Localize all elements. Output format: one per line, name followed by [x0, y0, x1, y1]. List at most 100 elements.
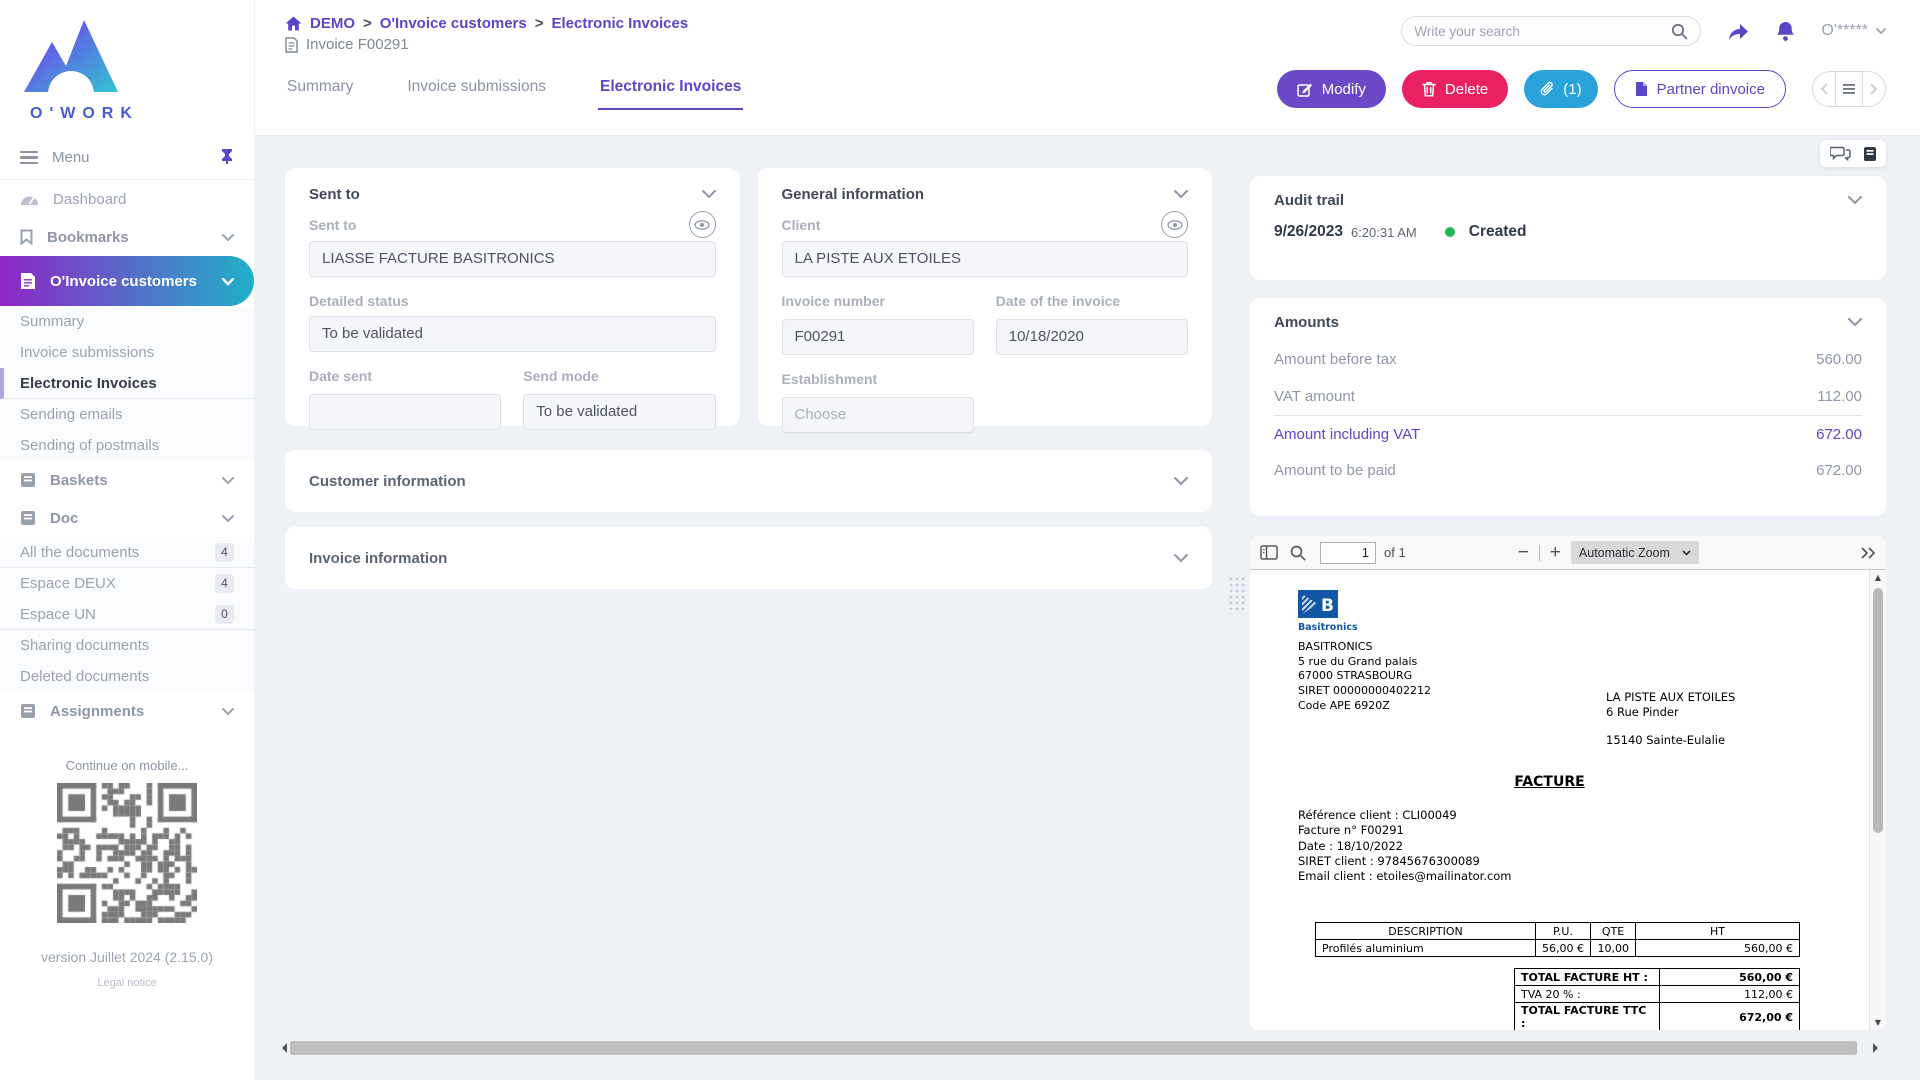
modify-button[interactable]: Modify [1277, 70, 1386, 108]
tab-electronic-invoices[interactable]: Electronic Invoices [598, 70, 743, 110]
customer-information-card[interactable]: Customer information [285, 450, 1212, 512]
sidebar-menu-toggle[interactable]: Menu [0, 136, 254, 180]
delete-label: Delete [1445, 81, 1488, 98]
submenu-item-all-documents[interactable]: All the documents 4 [0, 537, 254, 568]
breadcrumb-root[interactable]: DEMO [310, 15, 355, 32]
chevron-down-icon [222, 703, 234, 720]
sidebar-item-baskets[interactable]: Baskets [0, 461, 254, 499]
sidebar-item-dashboard[interactable]: Dashboard [0, 180, 254, 218]
pdf-vertical-scrollbar[interactable]: ▲ ▼ [1869, 570, 1886, 1030]
scroll-up-icon[interactable]: ▲ [1870, 573, 1886, 582]
amounts-card: Amounts Amount before tax 560.00 VAT amo… [1250, 298, 1886, 516]
horizontal-scrollbar[interactable] [282, 1040, 1878, 1056]
detailed-status-field[interactable]: To be validated [309, 316, 716, 352]
partner-label: Partner dinvoice [1657, 81, 1765, 98]
sidebar-item-bookmarks[interactable]: Bookmarks [0, 218, 254, 256]
establishment-select[interactable]: Choose [782, 397, 974, 433]
sent-to-field[interactable]: LIASSE FACTURE BASITRONICS [309, 241, 716, 277]
invoice-title: FACTURE [1298, 774, 1801, 790]
sidebar-item-doc[interactable]: Doc [0, 499, 254, 537]
collapse-chevron-icon[interactable] [1174, 190, 1188, 199]
amount-label: Amount including VAT [1274, 426, 1420, 443]
collapse-chevron-icon[interactable] [1174, 554, 1188, 563]
scroll-right-icon[interactable] [1873, 1043, 1878, 1053]
trash-icon [1422, 81, 1436, 97]
sidebar-item-label: Assignments [50, 703, 144, 720]
share-icon[interactable] [1727, 21, 1750, 41]
submenu-item-sending-postmails[interactable]: Sending of postmails [0, 430, 254, 461]
sidebar-item-assignments[interactable]: Assignments [0, 692, 254, 730]
audit-time: 6:20:31 AM [1351, 225, 1417, 240]
legal-notice-link[interactable]: Legal notice [0, 977, 254, 989]
user-menu[interactable]: O'***** [1821, 22, 1886, 40]
tab-invoice-submissions[interactable]: Invoice submissions [405, 70, 548, 110]
sidebar-item-label: Dashboard [53, 191, 126, 208]
submenu-item-sharing-documents[interactable]: Sharing documents [0, 630, 254, 661]
pdf-page: B Basitronics BASITRONICS 5 rue du Grand… [1250, 570, 1886, 1030]
invoice-information-card[interactable]: Invoice information [285, 527, 1212, 589]
general-information-card: General information Client LA PISTE AUX … [758, 168, 1213, 426]
eye-icon[interactable] [1161, 211, 1188, 238]
audit-trail-card: Audit trail 9/26/2023 6:20:31 AM Created [1250, 176, 1886, 280]
eye-icon[interactable] [689, 211, 716, 238]
send-mode-field[interactable]: To be validated [523, 394, 715, 430]
submenu-item-deleted-documents[interactable]: Deleted documents [0, 661, 254, 692]
prev-record-button[interactable] [1813, 72, 1835, 106]
record-pager [1812, 71, 1886, 107]
search-input[interactable] [1414, 24, 1671, 39]
pdf-sidebar-toggle-icon[interactable] [1260, 545, 1278, 560]
pdf-file-icon [1635, 81, 1648, 97]
home-icon[interactable] [285, 16, 302, 31]
bell-icon[interactable] [1776, 21, 1795, 42]
next-record-button[interactable] [1863, 72, 1885, 106]
scrollbar-thumb[interactable] [1873, 588, 1883, 833]
zoom-select[interactable]: Automatic Zoom [1571, 541, 1699, 564]
breadcrumb-separator: > [535, 15, 544, 32]
content-area: Sent to Sent to LIASSE FACTURE BASITRONI… [255, 136, 1920, 1080]
tab-summary[interactable]: Summary [285, 70, 355, 110]
attachments-button[interactable]: (1) [1524, 70, 1597, 108]
submenu-item-espace-deux[interactable]: Espace DEUX 4 [0, 568, 254, 599]
status-dot [1445, 227, 1455, 237]
invoice-number-field[interactable]: F00291 [782, 319, 974, 355]
record-list-button[interactable] [1835, 72, 1863, 106]
submenu-item-invoice-submissions[interactable]: Invoice submissions [0, 337, 254, 368]
breadcrumb-level2[interactable]: Electronic Invoices [551, 15, 688, 32]
sidebar-item-oinvoice-customers[interactable]: O'Invoice customers [0, 256, 254, 306]
invoice-items-table: DESCRIPTION P.U. QTE HT Profilés alumini… [1315, 922, 1800, 957]
amount-value: 672.00 [1816, 426, 1862, 443]
collapse-chevron-icon[interactable] [1848, 318, 1862, 327]
submenu-item-summary[interactable]: Summary [0, 306, 254, 337]
notes-icon[interactable] [1863, 146, 1877, 162]
breadcrumb-level1[interactable]: O'Invoice customers [380, 15, 527, 32]
invoice-date-field[interactable]: 10/18/2020 [996, 319, 1188, 355]
collapse-chevron-icon[interactable] [702, 190, 716, 199]
pdf-page-input[interactable] [1320, 542, 1376, 564]
delete-button[interactable]: Delete [1402, 70, 1508, 108]
collapse-chevron-icon[interactable] [1174, 477, 1188, 486]
pdf-search-icon[interactable] [1290, 545, 1306, 561]
document-icon [285, 37, 298, 53]
submenu-item-sending-emails[interactable]: Sending emails [0, 399, 254, 430]
pdf-tools-expand-icon[interactable] [1860, 547, 1876, 559]
pin-icon[interactable] [220, 148, 234, 168]
field-label: Client [782, 217, 821, 233]
zoom-in-button[interactable]: + [1550, 543, 1561, 562]
scroll-left-icon[interactable] [282, 1043, 287, 1053]
client-field[interactable]: LA PISTE AUX ETOILES [782, 241, 1189, 277]
partner-dinvoice-button[interactable]: Partner dinvoice [1614, 70, 1786, 108]
version-label: version Juillet 2024 (2.15.0) [0, 949, 254, 965]
date-sent-field[interactable] [309, 394, 501, 430]
mountain-logo-icon [18, 10, 122, 98]
zoom-out-button[interactable]: − [1518, 543, 1529, 562]
panel-resize-handle[interactable] [1228, 576, 1245, 614]
card-title: Sent to [309, 186, 360, 203]
collapse-chevron-icon[interactable] [1848, 196, 1862, 205]
search-icon[interactable] [1671, 23, 1688, 40]
submenu-label: Sending of postmails [20, 437, 159, 454]
submenu-item-espace-un[interactable]: Espace UN 0 [0, 599, 254, 630]
submenu-item-electronic-invoices[interactable]: Electronic Invoices [0, 368, 254, 399]
scroll-down-icon[interactable]: ▼ [1870, 1018, 1886, 1027]
scrollbar-thumb[interactable] [290, 1041, 1857, 1055]
comments-icon[interactable] [1830, 146, 1851, 161]
